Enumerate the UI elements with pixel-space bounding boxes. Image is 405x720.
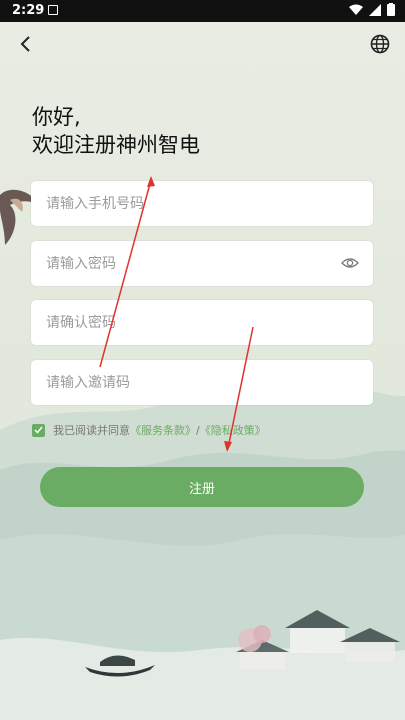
agreement-text: 我已阅读并同意 bbox=[53, 424, 130, 437]
phone-input[interactable] bbox=[31, 181, 326, 226]
invite-code-input[interactable] bbox=[31, 360, 326, 405]
agreement-checkbox[interactable] bbox=[32, 423, 45, 437]
confirm-password-field[interactable] bbox=[31, 300, 373, 345]
status-icons bbox=[349, 3, 395, 16]
privacy-policy-link[interactable]: 《隐私政策》 bbox=[200, 422, 266, 438]
invite-code-field[interactable] bbox=[31, 360, 373, 405]
battery-icon bbox=[387, 3, 395, 16]
checkmark-icon bbox=[34, 426, 43, 434]
signal-icon bbox=[369, 3, 381, 16]
status-bar: 2:29 bbox=[0, 0, 405, 22]
welcome-title: 欢迎注册神州智电 bbox=[32, 133, 200, 157]
welcome-heading: 你好, 欢迎注册神州智电 bbox=[32, 103, 200, 159]
service-terms-link[interactable]: 《服务条款》 bbox=[130, 422, 196, 438]
notification-icon bbox=[48, 5, 58, 15]
phone-field[interactable] bbox=[31, 181, 373, 226]
eye-toggle-icon[interactable] bbox=[341, 255, 359, 271]
back-button[interactable] bbox=[12, 31, 38, 57]
wifi-icon bbox=[349, 4, 363, 15]
language-button[interactable] bbox=[367, 31, 393, 57]
password-input[interactable] bbox=[31, 241, 326, 286]
agreement-row: 我已阅读并同意 《服务条款》 / 《隐私政策》 bbox=[32, 420, 266, 440]
register-button[interactable]: 注册 bbox=[40, 467, 364, 507]
password-field[interactable] bbox=[31, 241, 373, 286]
welcome-greeting: 你好, bbox=[32, 105, 81, 129]
status-time: 2:29 bbox=[12, 3, 45, 18]
globe-icon bbox=[370, 34, 390, 54]
back-arrow-icon bbox=[20, 36, 30, 52]
confirm-password-input[interactable] bbox=[31, 300, 326, 345]
